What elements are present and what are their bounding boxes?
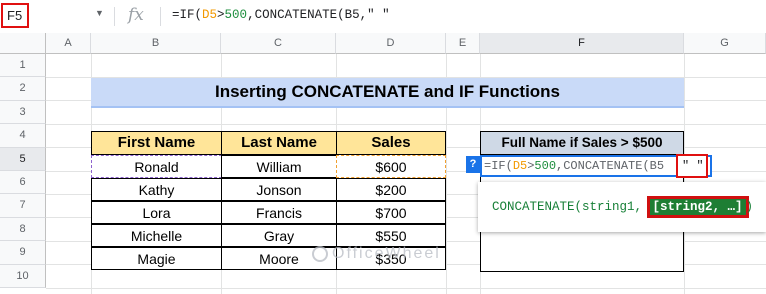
row-header-5[interactable]: 5 <box>0 147 46 171</box>
fx-icon: fx <box>128 5 144 25</box>
column-header-f[interactable]: F <box>480 33 684 54</box>
tooltip-current-arg: [string2, …] <box>646 196 749 218</box>
table-cell[interactable]: Francis <box>221 201 337 225</box>
sheet-title[interactable]: Inserting CONCATENATE and IF Functions <box>91 78 684 108</box>
watermark-logo: OfficeWheel <box>312 245 441 263</box>
table-cell[interactable]: Michelle <box>91 224 222 248</box>
column-header-c[interactable]: C <box>221 33 336 54</box>
table-cell[interactable]: Kathy <box>91 178 222 202</box>
table-cell[interactable]: Ronald <box>91 155 222 179</box>
table-cell[interactable]: Lora <box>91 201 222 225</box>
row-header-8[interactable]: 8 <box>0 217 46 242</box>
row-header-10[interactable]: 10 <box>0 264 46 288</box>
formula-input[interactable]: =IF(D5>500,CONCATENATE(B5," " <box>172 8 390 22</box>
formula-bar: F5 ▼ fx =IF(D5>500,CONCATENATE(B5," " <box>0 0 766 34</box>
table-cell[interactable]: Jonson <box>221 178 337 202</box>
row-header-7[interactable]: 7 <box>0 194 46 218</box>
table-cell[interactable]: William <box>221 155 337 179</box>
column-header-b[interactable]: B <box>91 33 221 54</box>
row-header-6[interactable]: 6 <box>0 171 46 195</box>
divider <box>114 7 115 26</box>
table-cell[interactable]: Gray <box>221 224 337 248</box>
officewheel-logo-icon <box>312 245 328 262</box>
row-header-2[interactable]: 2 <box>0 77 46 101</box>
column-header-a[interactable]: A <box>46 33 91 54</box>
formula-help-icon[interactable]: ? <box>466 156 480 173</box>
row-header-4[interactable]: 4 <box>0 124 46 148</box>
gridline <box>46 124 766 125</box>
tooltip-signature: CONCATENATE(string1, [string2, …]) <box>492 196 754 218</box>
name-box[interactable]: F5 <box>1 3 29 28</box>
gridline <box>46 288 766 289</box>
result-header[interactable]: Full Name if Sales > $500 <box>480 131 684 155</box>
table-cell[interactable]: $550 <box>336 224 446 248</box>
header-first-name[interactable]: First Name <box>91 131 222 155</box>
highlighted-argument: " " <box>676 154 708 178</box>
header-last-name[interactable]: Last Name <box>221 131 337 155</box>
row-header-3[interactable]: 3 <box>0 100 46 125</box>
function-tooltip: CONCATENATE(string1, [string2, …]) <box>478 182 766 232</box>
table-cell[interactable]: $600 <box>336 155 446 179</box>
select-all-corner[interactable] <box>0 33 46 54</box>
row-header-9[interactable]: 9 <box>0 241 46 265</box>
chevron-down-icon[interactable]: ▼ <box>95 8 104 18</box>
table-cell[interactable]: Magie <box>91 247 222 271</box>
row-header-1[interactable]: 1 <box>0 54 46 78</box>
header-sales[interactable]: Sales <box>336 131 446 155</box>
column-header-g[interactable]: G <box>684 33 766 54</box>
column-header-e[interactable]: E <box>446 33 480 54</box>
table-cell[interactable]: $200 <box>336 178 446 202</box>
table-cell[interactable]: $700 <box>336 201 446 225</box>
column-header-d[interactable]: D <box>336 33 446 54</box>
divider <box>160 7 161 26</box>
